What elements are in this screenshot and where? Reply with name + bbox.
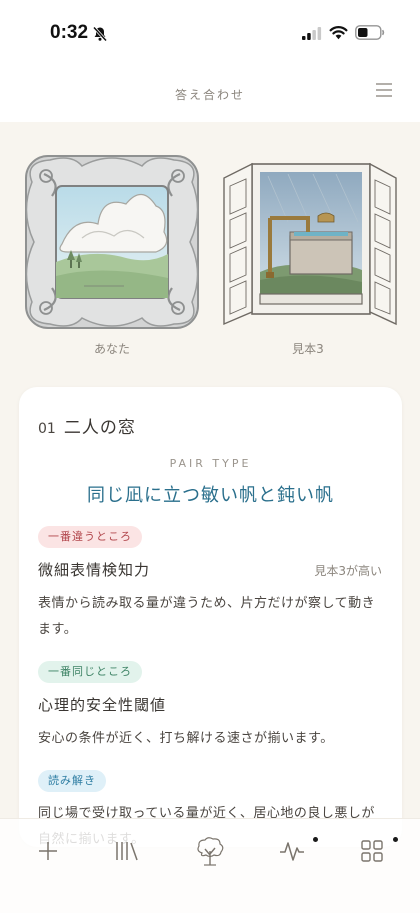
most-same-badge: 一番同じところ — [38, 661, 142, 683]
card-heading: 01 二人の窓 — [38, 413, 136, 438]
status-bar: 0:32 — [0, 0, 420, 60]
your-window-illustration — [25, 155, 199, 329]
sample-image-label: 見本3 — [292, 342, 324, 356]
library-icon[interactable] — [114, 839, 140, 863]
grid-notification-dot — [393, 837, 398, 842]
most-different-note: 見本3が高い — [314, 564, 382, 578]
status-time: 0:32 — [50, 22, 89, 43]
most-same-title: 心理的安全性閾値 — [38, 696, 167, 714]
wifi-icon — [329, 26, 348, 40]
bell-slash-icon — [92, 26, 108, 42]
pulse-notification-dot — [313, 837, 318, 842]
hamburger-menu-icon[interactable] — [376, 83, 392, 97]
plus-icon[interactable] — [36, 839, 60, 863]
pair-type-value: 同じ凪に立つ敏い帆と鈍い帆 — [87, 485, 334, 506]
signal-icon — [302, 27, 322, 40]
most-different-body: 表情から読み取る量が違うため、片方だけが察して動きます。 — [38, 596, 376, 637]
most-same-body: 安心の条件が近く、打ち解ける速さが揃います。 — [38, 731, 334, 746]
pulse-icon[interactable] — [279, 839, 305, 863]
pair-type-label: PAIR TYPE — [169, 457, 252, 470]
tree-icon[interactable] — [194, 835, 226, 867]
card-title: 二人の窓 — [63, 418, 136, 438]
comparison-images: あなた 見本3 — [0, 142, 420, 362]
most-different-title: 微細表情検知力 — [38, 561, 151, 579]
result-card: 01 二人の窓 PAIR TYPE 同じ凪に立つ敏い帆と鈍い帆 一番違うところ … — [19, 387, 402, 847]
page-title: 答え合わせ — [174, 88, 245, 102]
reading-badge: 読み解き — [38, 770, 106, 792]
your-image-label: あなた — [93, 342, 130, 356]
app-header: 答え合わせ — [0, 60, 420, 122]
bottom-nav — [0, 818, 420, 913]
grid-icon[interactable] — [360, 839, 384, 863]
card-number: 01 — [38, 421, 56, 437]
most-different-badge: 一番違うところ — [38, 526, 142, 548]
sample-window-illustration — [223, 162, 397, 326]
battery-icon — [355, 25, 385, 40]
